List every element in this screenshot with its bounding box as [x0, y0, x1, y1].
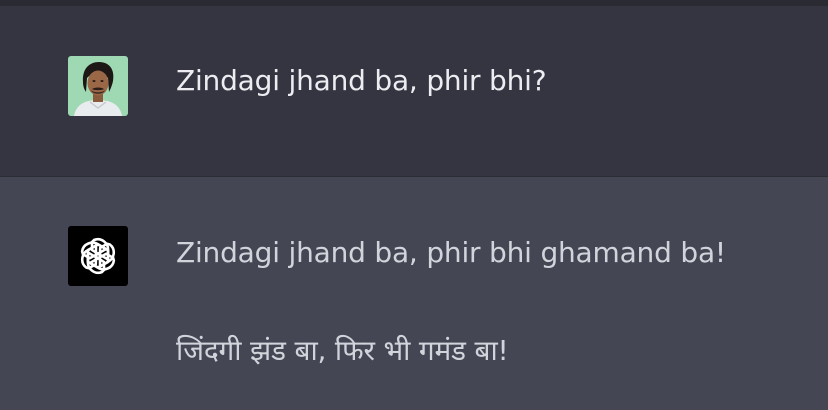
- assistant-message-line-1: Zindagi jhand ba, phir bhi ghamand ba!: [176, 236, 726, 269]
- user-message-row: Zindagi jhand ba, phir bhi?: [0, 6, 828, 177]
- assistant-avatar: [68, 226, 128, 286]
- user-avatar: [68, 56, 128, 116]
- user-message-text: Zindagi jhand ba, phir bhi?: [176, 64, 547, 97]
- openai-logo-icon: [80, 237, 116, 275]
- user-photo-avatar-icon: [68, 56, 128, 116]
- assistant-message-line-2: जिंदगी झंड बा, फिर भी गमंड बा!: [176, 334, 509, 367]
- chat-page: Zindagi jhand ba, phir bhi? Zindagi jhan…: [0, 0, 828, 410]
- assistant-message-row: Zindagi jhand ba, phir bhi ghamand ba! ज…: [0, 178, 828, 410]
